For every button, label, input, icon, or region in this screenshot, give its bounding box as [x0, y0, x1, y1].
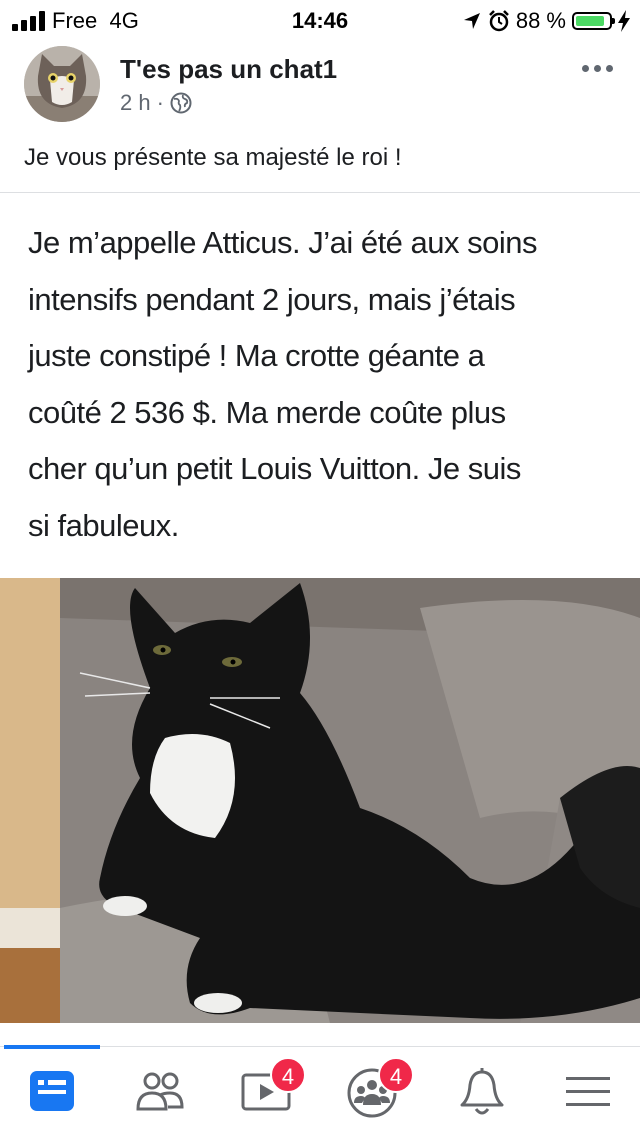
more-dot-icon — [594, 64, 601, 72]
quote-line: cher qu’un petit Louis Vuitton. Je suis — [28, 451, 521, 486]
quote-line: coûté 2 536 $. Ma merde coûte plus — [28, 394, 506, 430]
page-avatar[interactable] — [24, 46, 100, 122]
watch-badge: 4 — [270, 1057, 306, 1093]
tab-news-feed[interactable] — [0, 1047, 104, 1137]
location-arrow-icon — [463, 13, 480, 29]
caption-divider — [0, 192, 640, 193]
post-photo[interactable] — [0, 578, 640, 1023]
cat-avatar-image — [24, 46, 100, 122]
bottom-tab-bar: 4 4 — [0, 1045, 640, 1137]
more-dot-icon — [582, 64, 589, 72]
bell-icon — [460, 1068, 504, 1115]
more-options-button[interactable] — [582, 58, 618, 78]
tab-groups[interactable]: 4 — [318, 1047, 422, 1137]
cat-photo-image — [0, 578, 640, 1023]
quote-line: Je m’appelle Atticus. J’ai été aux soins — [28, 225, 538, 260]
post-meta: 2 h · — [120, 90, 192, 116]
tab-menu[interactable] — [536, 1047, 640, 1137]
status-right-group: 88 % — [462, 8, 630, 34]
post-image-text: Je m’appelle Atticus. J’ai été aux soins… — [28, 215, 618, 554]
quote-line: si fabuleux. — [28, 507, 179, 543]
news-feed-icon — [30, 1071, 74, 1111]
post-header: T'es pas un chat1 2 h · — [0, 40, 640, 134]
hamburger-menu-icon — [566, 1077, 610, 1106]
page-name[interactable]: T'es pas un chat1 — [120, 54, 337, 85]
battery-icon — [572, 12, 615, 30]
tab-notifications[interactable] — [430, 1047, 534, 1137]
tab-watch[interactable]: 4 — [212, 1047, 316, 1137]
alarm-icon — [488, 10, 509, 32]
post-caption: Je vous présente sa majesté le roi ! — [24, 144, 402, 171]
quote-line: intensifs pendant 2 jours, mais j’étais — [28, 281, 516, 317]
battery-percent: 88 % — [515, 8, 566, 33]
globe-icon — [170, 92, 192, 114]
post-time[interactable]: 2 h — [120, 90, 151, 116]
groups-badge: 4 — [378, 1057, 414, 1093]
friends-icon — [136, 1072, 184, 1111]
more-dot-icon — [606, 64, 613, 72]
status-bar: Free 4G 14:46 88 % — [0, 0, 640, 40]
tab-friends[interactable] — [106, 1047, 210, 1137]
meta-separator: · — [156, 90, 164, 115]
quote-line: juste constipé ! Ma crotte géante a — [28, 338, 485, 373]
charging-bolt-icon — [618, 10, 630, 32]
